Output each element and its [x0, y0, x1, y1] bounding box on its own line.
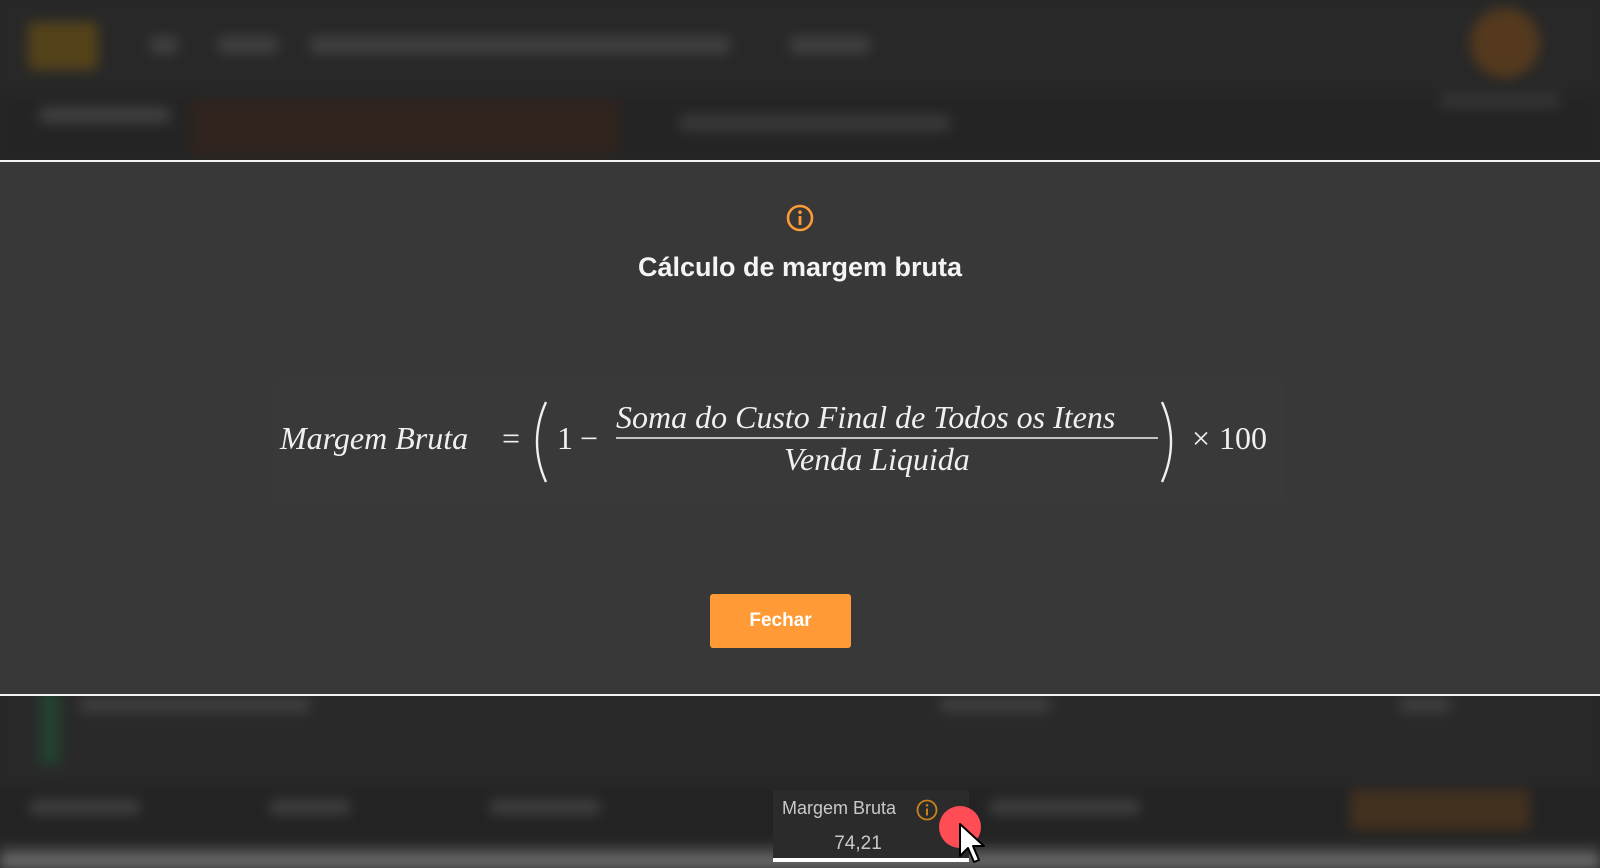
formula-times: ×	[1192, 420, 1210, 456]
bg-button	[1350, 790, 1530, 830]
bg-block	[40, 690, 60, 765]
bg-text	[310, 36, 730, 54]
formula-minus: −	[580, 420, 598, 456]
close-button[interactable]: Fechar	[710, 594, 851, 648]
formula-hundred: 100	[1219, 420, 1267, 456]
metric-label: Margem Bruta	[782, 798, 897, 818]
bg-text	[680, 115, 950, 131]
bg-text	[1440, 95, 1560, 107]
info-circle-icon[interactable]	[916, 799, 938, 821]
bg-header	[0, 0, 1600, 95]
bg-block	[190, 100, 620, 155]
bg-text	[1400, 698, 1450, 712]
bg-text	[790, 36, 870, 54]
bg-subheader	[0, 95, 1600, 160]
bg-text	[490, 800, 600, 814]
formula-equals: =	[502, 420, 520, 456]
bg-text	[80, 698, 310, 712]
bg-avatar	[1470, 8, 1540, 78]
modal-title: Cálculo de margem bruta	[637, 252, 963, 282]
info-circle-icon	[786, 204, 814, 232]
formula-image: Margem Bruta = 1 − Soma do Custo Final d…	[274, 382, 1284, 500]
metric-underline	[773, 858, 969, 862]
formula-lhs: Margem Bruta	[279, 420, 468, 456]
formula-one: 1	[557, 420, 573, 456]
bg-text	[30, 800, 140, 814]
formula-denominator: Venda Liquida	[784, 441, 970, 477]
bg-text	[218, 36, 278, 54]
bg-text	[990, 800, 1140, 814]
bg-band	[0, 690, 1600, 785]
bg-icon	[150, 36, 178, 54]
bg-text	[940, 698, 1050, 712]
bg-text	[270, 800, 350, 814]
mouse-cursor-icon	[959, 823, 985, 863]
bg-text	[40, 107, 170, 123]
formula-numerator: Soma do Custo Final de Todos os Itens	[616, 399, 1115, 435]
formula-modal: Cálculo de margem bruta Margem Bruta = 1…	[0, 160, 1600, 696]
metric-value: 74,21	[834, 833, 882, 854]
bg-logo	[28, 22, 98, 70]
